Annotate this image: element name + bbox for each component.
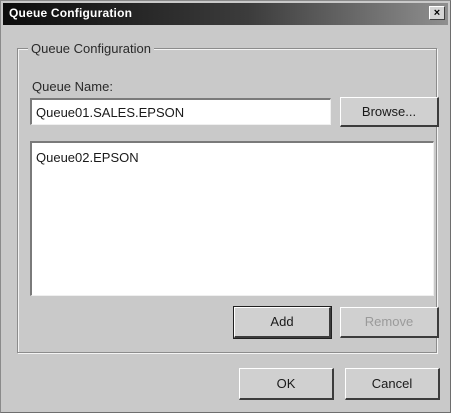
remove-button[interactable]: Remove — [340, 307, 439, 338]
list-item[interactable]: Queue02.EPSON — [36, 150, 139, 165]
queue-name-input[interactable] — [30, 98, 331, 125]
ok-button[interactable]: OK — [239, 368, 334, 400]
queue-name-label: Queue Name: — [32, 79, 113, 94]
cancel-button[interactable]: Cancel — [345, 368, 440, 400]
queue-configuration-dialog: Queue Configuration × Queue Configuratio… — [0, 0, 451, 413]
window-title: Queue Configuration — [9, 6, 133, 20]
close-icon: × — [433, 7, 441, 19]
title-bar[interactable]: Queue Configuration × — [3, 3, 448, 25]
browse-button[interactable]: Browse... — [340, 97, 439, 127]
group-legend: Queue Configuration — [28, 41, 154, 56]
queue-list[interactable]: Queue02.EPSON — [30, 141, 434, 296]
add-button[interactable]: Add — [233, 306, 332, 339]
close-button[interactable]: × — [429, 6, 445, 20]
